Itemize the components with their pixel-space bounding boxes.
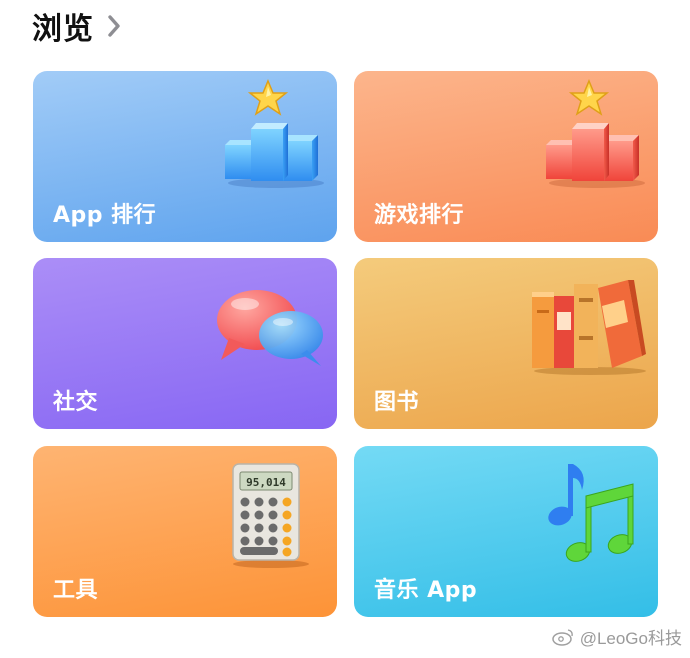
podium-star-icon	[546, 79, 645, 188]
chat-bubbles-icon	[217, 290, 323, 366]
music-notes-icon	[548, 464, 634, 562]
category-label: 工具	[53, 578, 99, 603]
calculator-icon: 95,014	[232, 463, 309, 568]
watermark-text: @LeoGo科技	[579, 629, 682, 648]
category-card-social[interactable]: 社交	[33, 258, 337, 429]
calculator-display: 95,014	[246, 476, 286, 489]
chevron-right-icon	[108, 15, 120, 37]
podium-star-icon	[225, 79, 324, 188]
category-card-utilities[interactable]: 95,014 工具	[33, 446, 337, 617]
category-card-music[interactable]: 音乐 App	[354, 446, 658, 617]
category-label: 社交	[53, 390, 99, 415]
category-card-books[interactable]: 图书	[354, 258, 658, 429]
page-title: 浏览	[32, 12, 94, 47]
category-label: 图书	[374, 390, 420, 415]
books-icon	[532, 280, 646, 375]
category-card-game-charts[interactable]: 游戏排行	[354, 71, 658, 242]
watermark: @LeoGo科技	[551, 624, 682, 649]
browse-header[interactable]: 浏览	[32, 4, 122, 48]
weibo-icon	[551, 628, 573, 646]
category-label: 音乐 App	[374, 578, 478, 603]
category-label: App 排行	[53, 203, 157, 228]
category-card-app-charts[interactable]: App 排行	[33, 71, 337, 242]
category-label: 游戏排行	[374, 203, 465, 228]
